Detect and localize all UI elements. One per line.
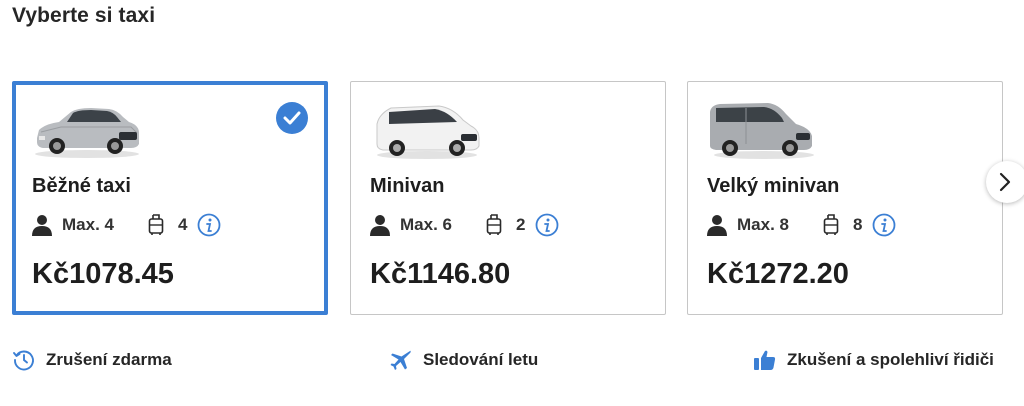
card-specs: Max. 4 4 xyxy=(32,213,221,237)
feature-label: Zrušení zdarma xyxy=(46,350,172,369)
taxi-card-minivan[interactable]: Minivan Max. 6 2 Kč1146.80 xyxy=(350,81,666,315)
card-price: Kč1078.45 xyxy=(32,258,174,290)
minivan-car-icon xyxy=(376,105,480,159)
luggage-icon xyxy=(823,214,839,235)
chevron-right-icon xyxy=(999,172,1011,192)
card-specs: Max. 8 8 xyxy=(707,213,896,237)
luggage-spec: 8 xyxy=(823,214,862,236)
person-icon xyxy=(370,215,390,236)
info-icon[interactable] xyxy=(872,213,896,237)
clock-history-icon xyxy=(13,350,34,371)
taxi-card-standard[interactable]: Běžné taxi Max. 4 4 Kč1078.45 xyxy=(12,81,328,315)
luggage-count: 2 xyxy=(515,215,526,234)
page-title: Vyberte si taxi xyxy=(12,4,156,27)
feature-label: Zkušení a spolehliví řidiči xyxy=(787,350,994,369)
luggage-spec: 2 xyxy=(486,214,525,236)
person-icon xyxy=(707,215,727,236)
person-icon xyxy=(32,215,52,236)
info-icon[interactable] xyxy=(197,213,221,237)
airplane-icon xyxy=(390,350,411,370)
luggage-icon xyxy=(486,214,502,235)
thumbs-up-icon xyxy=(754,350,776,370)
sedan-car-icon xyxy=(35,108,139,158)
luggage-count: 8 xyxy=(852,215,863,234)
selected-check-icon xyxy=(276,102,308,134)
luggage-count: 4 xyxy=(177,215,188,234)
feature-label: Sledování letu xyxy=(423,350,539,369)
passenger-count: Max. 6 xyxy=(400,215,452,234)
passenger-spec: Max. 8 xyxy=(707,214,789,236)
feature-experienced-drivers: Zkušení a spolehliví řidiči xyxy=(753,348,994,372)
next-button[interactable] xyxy=(986,161,1024,203)
card-specs: Max. 6 2 xyxy=(370,213,559,237)
luggage-icon xyxy=(148,214,164,235)
passenger-spec: Max. 4 xyxy=(32,214,114,236)
card-name: Běžné taxi xyxy=(32,175,131,197)
passenger-count: Max. 8 xyxy=(737,215,789,234)
card-price: Kč1146.80 xyxy=(370,258,511,290)
taxi-card-large-minivan[interactable]: Velký minivan Max. 8 8 Kč1272.20 xyxy=(687,81,1003,315)
passenger-spec: Max. 6 xyxy=(370,214,452,236)
feature-free-cancellation: Zrušení zdarma xyxy=(12,348,172,372)
card-name: Minivan xyxy=(370,175,445,197)
luggage-spec: 4 xyxy=(148,214,187,236)
card-price: Kč1272.20 xyxy=(707,258,849,290)
feature-flight-tracking: Sledování letu xyxy=(389,348,538,372)
large-van-icon xyxy=(710,103,814,159)
passenger-count: Max. 4 xyxy=(62,215,114,234)
card-name: Velký minivan xyxy=(707,175,840,197)
info-icon[interactable] xyxy=(535,213,559,237)
